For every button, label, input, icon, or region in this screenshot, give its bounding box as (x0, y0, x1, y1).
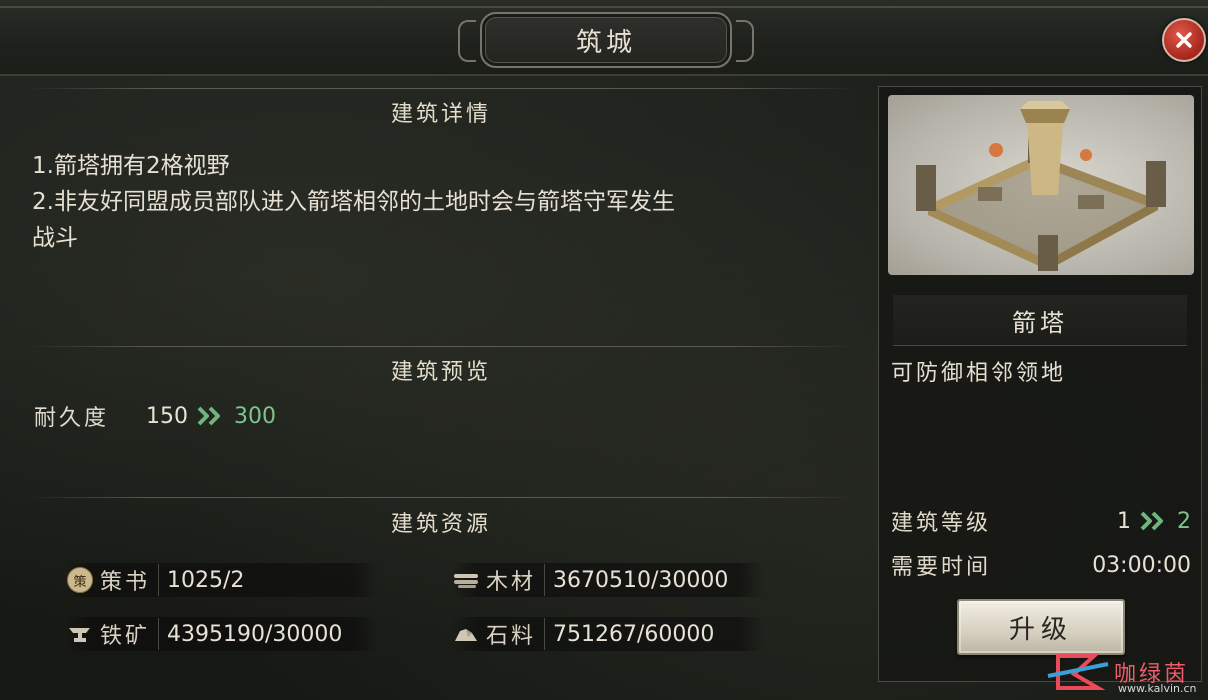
resource-name: 木材 (486, 564, 546, 596)
divider (26, 88, 856, 89)
watermark-url: www.kalvin.cn (1118, 682, 1197, 695)
durability-row: 耐久度 150 300 (34, 400, 276, 432)
resource-strategy-book: 策 策书 1025/2 (66, 563, 378, 597)
resource-stone: 石料 751267/60000 (452, 617, 764, 651)
level-next: 2 (1177, 508, 1191, 534)
upgrade-button[interactable]: 升级 (957, 599, 1125, 655)
details-heading: 建筑详情 (390, 102, 491, 127)
detail-line: 战斗 (32, 225, 78, 251)
durability-label: 耐久度 (34, 406, 110, 431)
detail-line: 1.箭塔拥有2格视野 (32, 153, 230, 179)
resource-value: 751267/60000 (553, 621, 715, 647)
time-label: 需要时间 (891, 555, 992, 580)
title-plate: 筑城 (458, 12, 754, 68)
close-button[interactable] (1162, 18, 1206, 62)
level-current: 1 (1117, 508, 1131, 534)
close-icon (1176, 32, 1192, 48)
level-label: 建筑等级 (891, 511, 992, 536)
required-time-row: 需要时间 03:00:00 (891, 549, 1191, 581)
building-side-panel: 箭塔 可防御相邻领地 建筑等级 1 2 需要时间 03:00:00 升级 (878, 86, 1202, 682)
watermark-logo-icon (1047, 654, 1109, 690)
resource-name: 石料 (486, 618, 546, 650)
divider (26, 497, 856, 498)
building-level-row: 建筑等级 1 2 (891, 505, 1191, 537)
resource-value: 1025/2 (167, 567, 245, 593)
stone-icon (452, 620, 480, 648)
resource-iron: 铁矿 4395190/30000 (66, 617, 378, 651)
divider (893, 345, 1187, 346)
divider (26, 346, 856, 347)
details-text: 1.箭塔拥有2格视野 2.非友好同盟成员部队进入箭塔相邻的土地时会与箭塔守军发生… (32, 148, 862, 256)
title-bar: 筑城 (0, 0, 1208, 76)
durability-next: 300 (234, 403, 276, 429)
building-description: 可防御相邻领地 (891, 361, 1067, 386)
strategy-book-icon: 策 (66, 566, 94, 594)
arrow-tower-image (888, 95, 1194, 275)
iron-anvil-icon (66, 620, 94, 648)
time-value: 03:00:00 (1092, 552, 1191, 578)
title-bar-edge (0, 6, 1208, 8)
double-chevron-right-icon (1139, 510, 1169, 532)
level-values: 1 2 (1117, 509, 1191, 534)
detail-line: 2.非友好同盟成员部队进入箭塔相邻的土地时会与箭塔守军发生 (32, 189, 675, 215)
resource-name: 铁矿 (100, 618, 160, 650)
durability-current: 150 (146, 403, 188, 429)
strategy-badge: 策 (67, 567, 93, 593)
page-title: 筑城 (575, 27, 636, 58)
double-chevron-right-icon (196, 405, 226, 427)
wood-icon (452, 566, 480, 594)
resource-value: 4395190/30000 (167, 621, 343, 647)
building-name: 箭塔 (893, 295, 1187, 345)
preview-heading: 建筑预览 (390, 360, 491, 385)
resource-wood: 木材 3670510/30000 (452, 563, 764, 597)
resource-name: 策书 (100, 564, 160, 596)
resources-heading: 建筑资源 (390, 512, 491, 537)
watermark: 咖绿茵 www.kalvin.cn (1038, 650, 1208, 700)
resource-value: 3670510/30000 (553, 567, 729, 593)
